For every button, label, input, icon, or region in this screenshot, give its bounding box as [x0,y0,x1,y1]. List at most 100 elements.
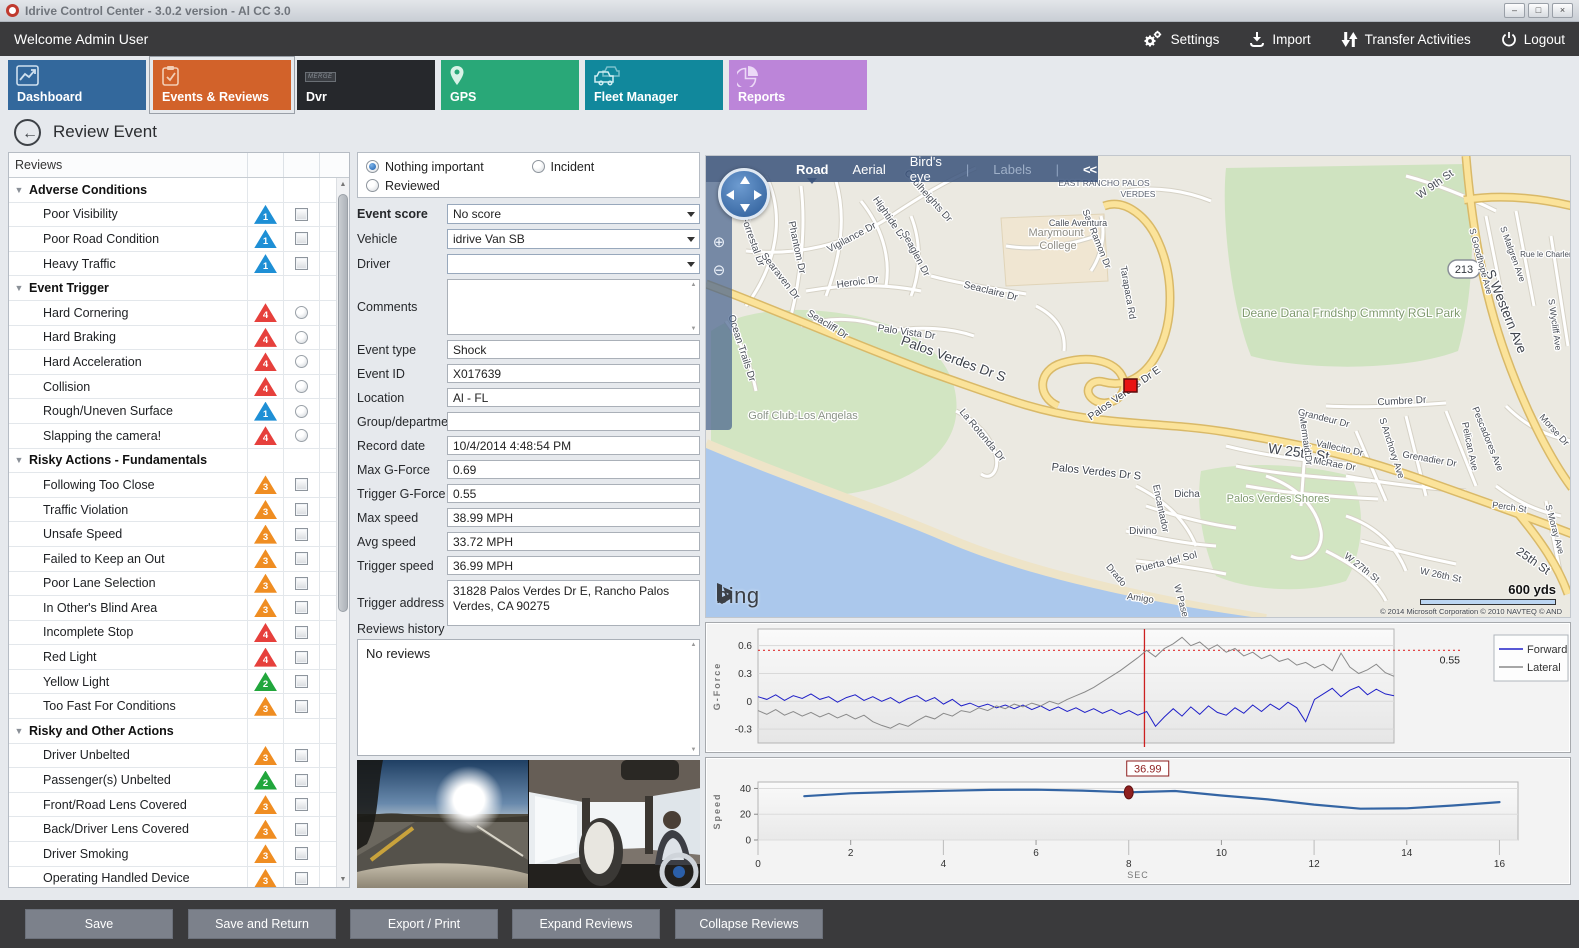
review-item-row[interactable]: Hard Braking4 [9,326,336,351]
radio-icon[interactable] [532,160,545,173]
location-field[interactable]: Al - FL [447,388,700,407]
pan-down-icon[interactable] [740,204,750,212]
scroll-up-icon[interactable]: ▲ [337,178,349,192]
item-checkbox[interactable] [295,823,308,836]
review-item-row[interactable]: Heavy Traffic1 [9,252,336,277]
review-item-row[interactable]: Following Too Close3 [9,473,336,498]
settings-button[interactable]: Settings [1142,30,1220,48]
pan-up-icon[interactable] [740,176,750,184]
tab-dvr[interactable]: MERGE Dvr [297,60,435,110]
item-checkbox[interactable] [295,626,308,639]
review-item-row[interactable]: Poor Road Condition1 [9,227,336,252]
collapse-arrow-icon[interactable]: ▼ [9,283,29,293]
max-speed-field[interactable]: 38.99 MPH [447,508,700,527]
window-titlebar[interactable]: Idrive Control Center - 3.0.2 version - … [0,0,1579,22]
scroll-down-icon[interactable]: ▼ [337,873,349,887]
item-radio[interactable] [295,380,308,393]
item-checkbox[interactable] [295,798,308,811]
item-checkbox[interactable] [295,700,308,713]
history-scrollbar[interactable]: ▲▼ [688,640,699,755]
review-item-row[interactable]: Poor Lane Selection3 [9,572,336,597]
review-item-row[interactable]: Red Light4 [9,645,336,670]
zoom-out-button[interactable]: ⊖ [710,262,728,280]
export-print-button[interactable]: Export / Print [350,909,498,939]
review-item-row[interactable]: Too Fast For Conditions3 [9,694,336,719]
bing-map[interactable]: 213 EAST RANCHO PALOSVERDESMarymountColl… [705,155,1571,618]
map-collapse-button[interactable]: << [1071,162,1108,177]
map-mode-aerial[interactable]: Aerial [841,162,898,177]
map-pan-control[interactable] [718,168,770,220]
reviews-scrollbar[interactable]: ▲ ▼ [336,178,349,887]
radio-reviewed[interactable]: Reviewed [366,179,526,193]
item-checkbox[interactable] [295,675,308,688]
save-and-return-button[interactable]: Save and Return [188,909,336,939]
item-checkbox[interactable] [295,503,308,516]
event-location-marker[interactable] [1124,379,1137,392]
collapse-arrow-icon[interactable]: ▼ [9,726,29,736]
review-group-row[interactable]: ▼Adverse Conditions [9,178,336,203]
item-checkbox[interactable] [295,749,308,762]
review-group-row[interactable]: ▼Risky and Other Actions [9,719,336,744]
review-item-row[interactable]: Traffic Violation3 [9,498,336,523]
import-button[interactable]: Import [1249,31,1310,48]
item-checkbox[interactable] [295,847,308,860]
tab-events-reviews[interactable]: Events & Reviews [153,60,291,110]
review-item-row[interactable]: Passenger(s) Unbelted2 [9,768,336,793]
close-button[interactable]: × [1552,3,1573,18]
map-mode-road[interactable]: Road [784,162,841,177]
transfer-activities-button[interactable]: Transfer Activities [1341,31,1471,48]
radio-incident[interactable]: Incident [532,160,692,174]
item-checkbox[interactable] [295,208,308,221]
scrollbar-thumb[interactable] [338,194,348,612]
review-item-row[interactable]: Hard Cornering4 [9,301,336,326]
item-checkbox[interactable] [295,232,308,245]
item-checkbox[interactable] [295,651,308,664]
vehicle-select[interactable]: idrive Van SB [447,229,700,249]
video-front-camera[interactable] [357,760,528,888]
pan-left-icon[interactable] [726,190,734,200]
tab-gps[interactable]: GPS [441,60,579,110]
review-item-row[interactable]: Front/Road Lens Covered3 [9,793,336,818]
review-item-row[interactable]: Slapping the camera!4 [9,424,336,449]
tab-dashboard[interactable]: Dashboard [8,60,146,110]
review-item-row[interactable]: Hard Acceleration4 [9,350,336,375]
back-button[interactable]: ← [14,119,41,146]
textarea-scrollbar[interactable]: ▲▼ [688,280,699,334]
minimize-button[interactable]: – [1504,3,1525,18]
driver-select[interactable] [447,254,700,274]
logout-button[interactable]: Logout [1501,31,1565,47]
review-item-row[interactable]: Collision4 [9,375,336,400]
item-radio[interactable] [295,355,308,368]
max-g-force-field[interactable]: 0.69 [447,460,700,479]
review-item-row[interactable]: Driver Unbelted3 [9,744,336,769]
item-checkbox[interactable] [295,577,308,590]
tab-reports[interactable]: Reports [729,60,867,110]
review-item-row[interactable]: Unsafe Speed3 [9,522,336,547]
save-button[interactable]: Save [25,909,173,939]
comments-textarea[interactable]: ▲▼ [447,279,700,335]
tab-fleet-manager[interactable]: Fleet Manager [585,60,723,110]
review-item-row[interactable]: Back/Driver Lens Covered3 [9,817,336,842]
review-item-row[interactable]: Poor Visibility1 [9,203,336,228]
review-item-row[interactable]: Yellow Light2 [9,670,336,695]
event-id-field[interactable]: X017639 [447,364,700,383]
radio-icon[interactable] [366,160,379,173]
item-radio[interactable] [295,331,308,344]
record-date-field[interactable]: 10/4/2014 4:48:54 PM [447,436,700,455]
review-item-row[interactable]: Failed to Keep an Out3 [9,547,336,572]
event-type-field[interactable]: Shock [447,340,700,359]
map-canvas[interactable]: 213 EAST RANCHO PALOSVERDESMarymountColl… [706,156,1571,618]
event-score-select[interactable]: No score [447,204,700,224]
review-item-row[interactable]: Operating Handled Device3 [9,867,336,887]
collapse-reviews-button[interactable]: Collapse Reviews [675,909,823,939]
item-radio[interactable] [295,429,308,442]
map-mode-birdseye[interactable]: Bird's eye [898,155,954,184]
expand-reviews-button[interactable]: Expand Reviews [512,909,660,939]
zoom-in-button[interactable]: ⊕ [710,234,728,252]
item-checkbox[interactable] [295,478,308,491]
radio-nothing-important[interactable]: Nothing important [366,160,526,174]
item-radio[interactable] [295,405,308,418]
review-group-row[interactable]: ▼Risky Actions - Fundamentals [9,449,336,474]
item-checkbox[interactable] [295,872,308,885]
review-item-row[interactable]: Incomplete Stop4 [9,621,336,646]
